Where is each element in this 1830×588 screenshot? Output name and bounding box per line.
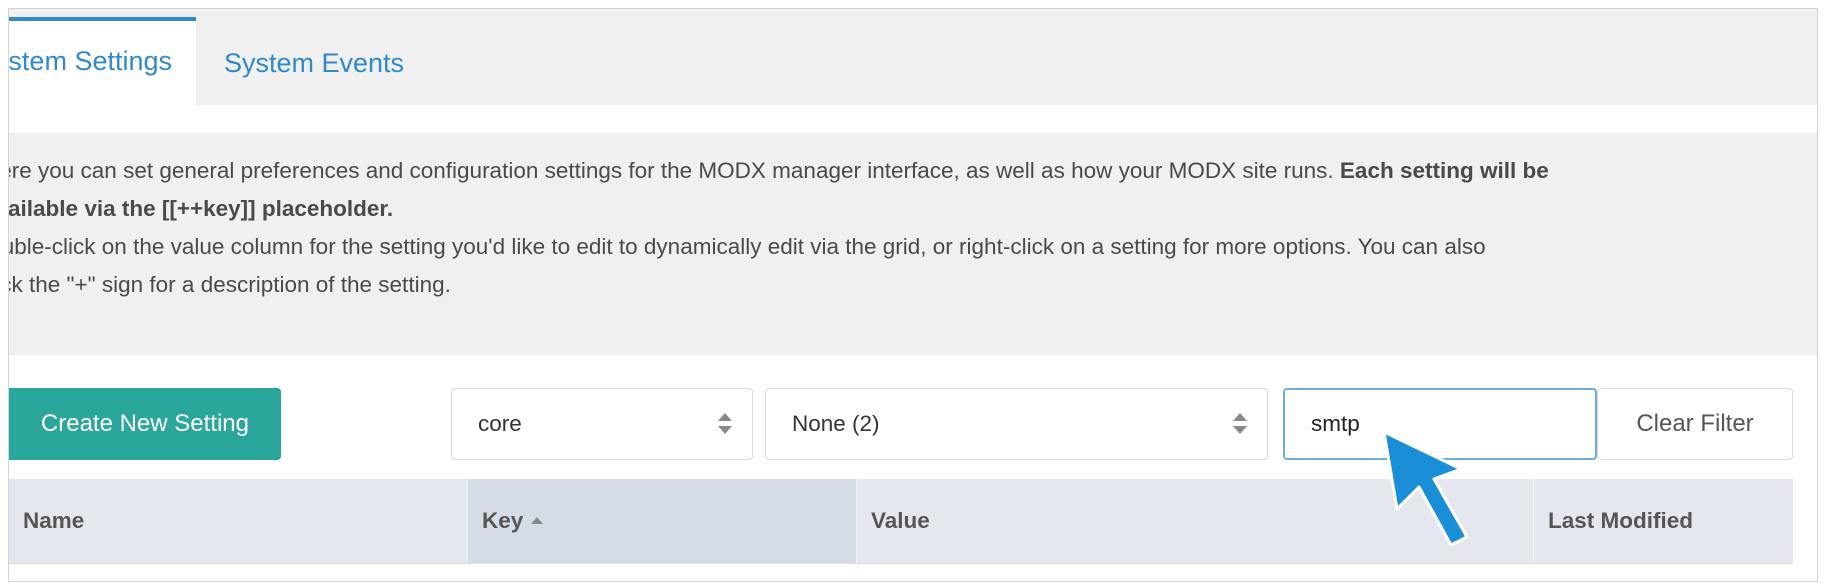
system-settings-panel: System Settings System Events Here you c… xyxy=(8,8,1818,582)
tab-system-settings[interactable]: System Settings xyxy=(9,17,196,109)
area-select[interactable]: None (2) xyxy=(765,388,1268,460)
create-new-setting-button[interactable]: Create New Setting xyxy=(9,388,281,460)
description-line-4: click the "+" sign for a description of … xyxy=(8,272,451,297)
namespace-select-value: core xyxy=(478,411,522,436)
tab-system-settings-label: System Settings xyxy=(9,46,172,76)
description-line-2: available via the [[++key]] placeholder. xyxy=(8,196,394,221)
settings-grid-header: Name Key Value Last Modified xyxy=(9,479,1793,563)
select-arrows-icon xyxy=(1233,413,1247,435)
column-header-last-modified[interactable]: Last Modified xyxy=(1534,479,1793,563)
namespace-select[interactable]: core xyxy=(451,388,753,460)
column-header-key[interactable]: Key xyxy=(468,479,856,563)
select-arrows-icon xyxy=(718,413,732,435)
clear-filter-button[interactable]: Clear Filter xyxy=(1597,388,1793,460)
description-line-1: Here you can set general preferences and… xyxy=(8,158,1549,183)
tab-bar: System Settings System Events xyxy=(9,9,1817,109)
mouse-pointer-icon xyxy=(1382,430,1469,547)
column-header-name[interactable]: Name xyxy=(9,479,467,563)
area-select-value: None (2) xyxy=(792,411,880,436)
sort-ascending-icon xyxy=(531,516,544,524)
tab-system-events[interactable]: System Events xyxy=(224,21,404,105)
tab-system-events-label: System Events xyxy=(224,48,405,78)
grid-bottom-border xyxy=(9,563,1793,564)
description-line-3: Double-click on the value column for the… xyxy=(8,234,1486,259)
settings-description: Here you can set general preferences and… xyxy=(9,133,1817,355)
